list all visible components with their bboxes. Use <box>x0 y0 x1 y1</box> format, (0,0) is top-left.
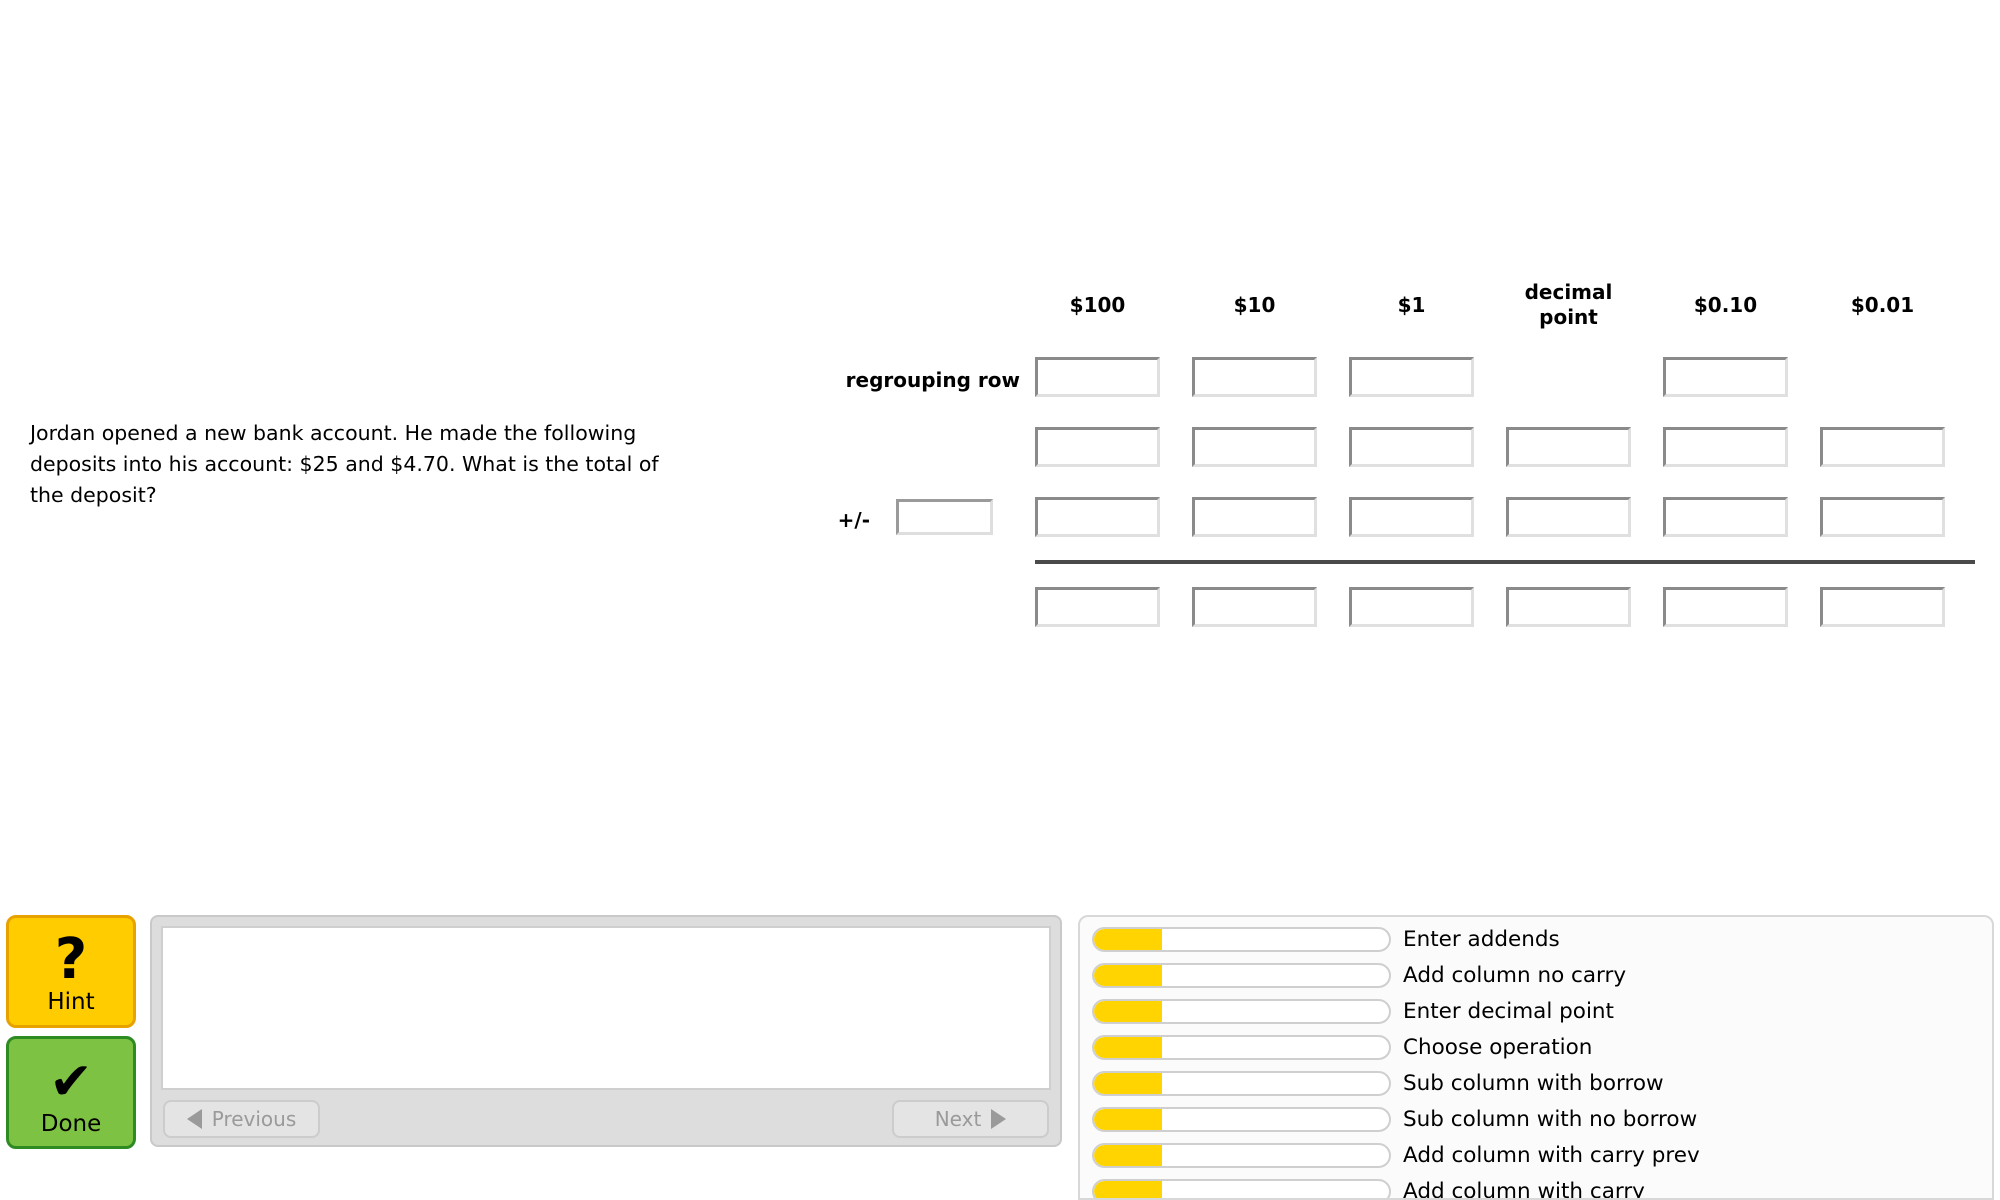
skill-row: Choose operation <box>1092 1033 1992 1061</box>
skill-row: Add column with carry <box>1092 1177 1992 1200</box>
previous-button[interactable]: Previous <box>163 1100 320 1138</box>
cell-addend-1-col1[interactable] <box>1035 427 1160 467</box>
skill-progress-fill <box>1094 1144 1162 1166</box>
column-header-5: $0.10 <box>1663 293 1788 318</box>
hint-button[interactable]: ? Hint <box>6 915 136 1028</box>
bottom-toolbar: ? Hint ✔ Done Previous Next Enter addend… <box>0 910 2000 1200</box>
skill-progress-fill <box>1094 928 1162 950</box>
cell-answer-col3[interactable] <box>1349 587 1474 627</box>
skill-progress-bar <box>1092 1106 1391 1132</box>
column-header-line: decimal <box>1524 280 1613 304</box>
skill-label: Choose operation <box>1403 1034 1593 1060</box>
column-header-line: $0.10 <box>1693 293 1758 317</box>
cell-addend-1-col4[interactable] <box>1506 427 1631 467</box>
column-header-1: $100 <box>1035 293 1160 318</box>
cell-addend-1-col5[interactable] <box>1663 427 1788 467</box>
column-header-line: $10 <box>1233 293 1276 317</box>
column-header-line: $0.01 <box>1850 293 1915 317</box>
skill-progress-fill <box>1094 1072 1162 1094</box>
arrow-right-icon <box>991 1109 1007 1129</box>
skill-row: Sub column with no borrow <box>1092 1105 1992 1133</box>
skills-panel: Enter addends Add column no carry Enter de… <box>1078 915 1994 1200</box>
skill-label: Enter decimal point <box>1403 998 1614 1024</box>
next-button-label: Next <box>934 1107 982 1131</box>
skill-progress-bar <box>1092 962 1391 988</box>
cell-answer-col4[interactable] <box>1506 587 1631 627</box>
question-mark-icon: ? <box>54 926 88 992</box>
skill-list: Enter addends Add column no carry Enter de… <box>1092 925 1992 1200</box>
operator-row-label: +/- <box>837 508 870 532</box>
cell-regrouping-col2[interactable] <box>1192 357 1317 397</box>
cell-answer-col5[interactable] <box>1663 587 1788 627</box>
skill-row: Add column with carry prev <box>1092 1141 1992 1169</box>
skill-label: Add column no carry <box>1403 962 1627 988</box>
cell-answer-col2[interactable] <box>1192 587 1317 627</box>
hint-navigation: Previous Next <box>161 1098 1051 1148</box>
column-header-3: $1 <box>1349 293 1474 318</box>
skill-label: Add column with carry prev <box>1403 1142 1700 1168</box>
skill-progress-bar <box>1092 998 1391 1024</box>
hint-button-label: Hint <box>47 988 95 1015</box>
arrow-left-icon <box>186 1109 202 1129</box>
skill-label: Sub column with no borrow <box>1403 1106 1698 1132</box>
cell-regrouping-col3[interactable] <box>1349 357 1474 397</box>
cell-regrouping-col1[interactable] <box>1035 357 1160 397</box>
cell-addend-2-col3[interactable] <box>1349 497 1474 537</box>
cell-answer-col6[interactable] <box>1820 587 1945 627</box>
skill-progress-fill <box>1094 1180 1162 1198</box>
cell-addend-2-col1[interactable] <box>1035 497 1160 537</box>
cell-addend-2-col5[interactable] <box>1663 497 1788 537</box>
checkmark-icon: ✔ <box>49 1051 93 1112</box>
cell-addend-2-col2[interactable] <box>1192 497 1317 537</box>
skill-progress-bar <box>1092 1070 1391 1096</box>
skill-label: Sub column with borrow <box>1403 1070 1664 1096</box>
cell-addend-1-col3[interactable] <box>1349 427 1474 467</box>
column-header-4: decimal point <box>1506 280 1631 330</box>
problem-statement: Jordan opened a new bank account. He mad… <box>30 421 659 507</box>
cell-addend-1-col2[interactable] <box>1192 427 1317 467</box>
exercise-page: Jordan opened a new bank account. He mad… <box>0 0 2000 1200</box>
next-button[interactable]: Next <box>892 1100 1049 1138</box>
skill-progress-fill <box>1094 1036 1162 1058</box>
answer-separator-rule <box>1035 560 1975 564</box>
cell-answer-col1[interactable] <box>1035 587 1160 627</box>
operator-input[interactable] <box>896 499 993 535</box>
done-button-label: Done <box>40 1110 102 1137</box>
cell-addend-2-col4[interactable] <box>1506 497 1631 537</box>
hint-panel: Previous Next <box>150 915 1062 1147</box>
skill-progress-bar <box>1092 1178 1391 1198</box>
skill-row: Enter decimal point <box>1092 997 1992 1025</box>
skill-progress-fill <box>1094 1000 1162 1022</box>
cell-addend-1-col6[interactable] <box>1820 427 1945 467</box>
hint-content-area <box>161 926 1051 1090</box>
skill-row: Sub column with borrow <box>1092 1069 1992 1097</box>
previous-button-label: Previous <box>211 1107 297 1131</box>
skill-progress-bar <box>1092 1034 1391 1060</box>
skill-progress-bar <box>1092 1142 1391 1168</box>
regrouping-row-label: regrouping row <box>845 368 1020 392</box>
skill-label: Add column with carry <box>1403 1178 1645 1200</box>
cell-addend-2-col6[interactable] <box>1820 497 1945 537</box>
skill-progress-fill <box>1094 1108 1162 1130</box>
column-header-6: $0.01 <box>1820 293 1945 318</box>
skill-label: Enter addends <box>1403 926 1560 952</box>
column-header-line: $1 <box>1397 293 1426 317</box>
skill-row: Add column no carry <box>1092 961 1992 989</box>
skill-progress-fill <box>1094 964 1162 986</box>
skill-row: Enter addends <box>1092 925 1992 953</box>
column-header-2: $10 <box>1192 293 1317 318</box>
skill-progress-bar <box>1092 926 1391 952</box>
column-header-line: point <box>1539 305 1598 329</box>
cell-regrouping-col5[interactable] <box>1663 357 1788 397</box>
done-button[interactable]: ✔ Done <box>6 1036 136 1149</box>
column-header-line: $100 <box>1069 293 1126 317</box>
